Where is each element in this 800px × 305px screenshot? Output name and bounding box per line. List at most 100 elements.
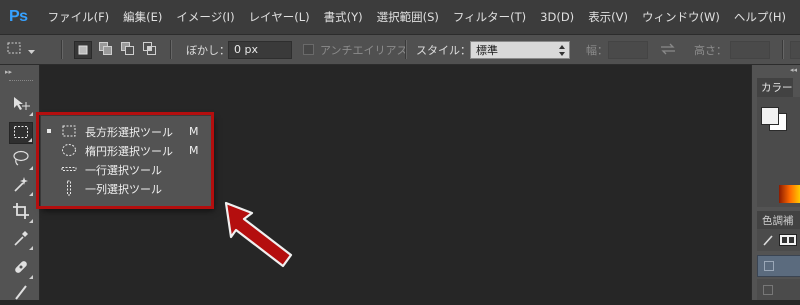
layer-thumbnail-icon[interactable] bbox=[779, 231, 797, 250]
menu-3d[interactable]: 3D(D) bbox=[540, 10, 574, 24]
add-to-selection-button[interactable] bbox=[96, 41, 114, 59]
divider bbox=[61, 40, 63, 59]
adjustments-tab-label: 色調補 bbox=[762, 214, 794, 227]
list-item[interactable] bbox=[757, 255, 800, 277]
bandage-icon bbox=[12, 258, 30, 280]
divider bbox=[170, 40, 172, 59]
eyedropper-icon bbox=[12, 229, 30, 251]
feather-input[interactable]: 0 px bbox=[228, 40, 292, 59]
feather-label: ぼかし： bbox=[186, 43, 230, 57]
intersect-selection-icon bbox=[142, 40, 156, 59]
tool-group-indicator bbox=[29, 192, 33, 196]
lasso-icon bbox=[12, 150, 30, 170]
ellipse-marquee-icon bbox=[61, 142, 77, 158]
flyout-item-label: 長方形選択ツール bbox=[85, 125, 173, 139]
list-item[interactable] bbox=[757, 279, 800, 300]
shortcut-key: M bbox=[189, 125, 199, 138]
move-icon bbox=[12, 96, 30, 116]
menu-type[interactable]: 書式(Y) bbox=[324, 9, 363, 25]
rect-marquee-icon bbox=[61, 123, 77, 139]
visibility-checkbox[interactable] bbox=[764, 261, 774, 271]
flyout-item-ellipse-marquee[interactable]: 楕円形選択ツール M bbox=[41, 141, 213, 160]
menu-view[interactable]: 表示(V) bbox=[588, 9, 628, 25]
brush-icon[interactable] bbox=[762, 231, 774, 250]
add-selection-icon bbox=[98, 40, 112, 59]
divider bbox=[782, 40, 784, 59]
tool-group-indicator bbox=[29, 112, 33, 116]
brush-icon bbox=[12, 283, 30, 305]
annotation-arrow-icon bbox=[224, 201, 293, 268]
rect-marquee-icon bbox=[6, 40, 22, 59]
magic-wand-tool[interactable] bbox=[9, 175, 33, 197]
height-label: 高さ： bbox=[694, 43, 727, 57]
updown-arrows-icon bbox=[559, 44, 565, 59]
healing-brush-tool[interactable] bbox=[9, 258, 33, 280]
style-label: スタイル： bbox=[416, 43, 471, 57]
width-input[interactable] bbox=[608, 40, 648, 59]
menu-select[interactable]: 選択範囲(S) bbox=[377, 9, 439, 25]
antialias-label: アンチエイリアス bbox=[320, 43, 408, 57]
menu-layer[interactable]: レイヤー(L) bbox=[249, 9, 310, 25]
tool-preset-picker[interactable] bbox=[6, 35, 35, 64]
flyout-item-single-row-marquee[interactable]: 一行選択ツール bbox=[41, 160, 213, 179]
flyout-item-single-column-marquee[interactable]: 一列選択ツール bbox=[41, 179, 213, 198]
flyout-item-label: 一列選択ツール bbox=[85, 182, 162, 196]
adjustments-tab[interactable]: 色調補 bbox=[757, 211, 800, 229]
refine-edge-button[interactable] bbox=[790, 40, 800, 59]
color-ramp[interactable] bbox=[779, 185, 800, 203]
single-column-marquee-icon bbox=[61, 180, 77, 196]
visibility-checkbox[interactable] bbox=[763, 285, 773, 295]
move-tool[interactable] bbox=[9, 95, 33, 117]
photoshop-logo: Ps bbox=[9, 8, 28, 25]
crop-icon bbox=[12, 202, 30, 224]
new-selection-button[interactable] bbox=[74, 40, 92, 59]
marquee-tool-flyout: 長方形選択ツール M 楕円形選択ツール M 一行選択ツール 一列選択ツール bbox=[40, 115, 212, 208]
flyout-item-rect-marquee[interactable]: 長方形選択ツール M bbox=[41, 122, 213, 141]
height-input[interactable] bbox=[730, 40, 770, 59]
style-select[interactable]: 標準 bbox=[470, 40, 570, 59]
tools-panel: ▸▸ bbox=[0, 65, 40, 300]
collapse-panel-icon[interactable]: ◂◂ bbox=[790, 67, 797, 74]
rect-marquee-tool[interactable] bbox=[9, 122, 33, 144]
color-tab[interactable]: カラー bbox=[757, 78, 793, 97]
menu-bar: Ps ファイル(F) 編集(E) イメージ(I) レイヤー(L) 書式(Y) 選… bbox=[0, 0, 800, 34]
selected-bullet-icon bbox=[47, 129, 51, 133]
style-select-value: 標準 bbox=[476, 43, 498, 57]
menu-image[interactable]: イメージ(I) bbox=[176, 9, 234, 25]
intersect-selection-button[interactable] bbox=[140, 41, 158, 59]
crop-tool[interactable] bbox=[9, 202, 33, 224]
menu-help[interactable]: ヘルプ(H) bbox=[734, 9, 786, 25]
new-selection-icon bbox=[78, 40, 88, 59]
tool-group-indicator bbox=[29, 166, 33, 170]
foreground-color-swatch[interactable] bbox=[761, 107, 779, 125]
tool-group-indicator bbox=[29, 275, 33, 279]
rect-marquee-icon bbox=[13, 124, 29, 143]
right-panel-dock: ◂◂ カラー 色調補 bbox=[751, 65, 800, 300]
lasso-tool[interactable] bbox=[9, 149, 33, 171]
flyout-item-label: 楕円形選択ツール bbox=[85, 144, 173, 158]
tool-group-indicator bbox=[29, 246, 33, 250]
options-bar: ぼかし： 0 px アンチエイリアス スタイル： 標準 幅： 高さ： bbox=[0, 34, 800, 65]
brush-tool[interactable] bbox=[9, 283, 33, 305]
color-tab-label: カラー bbox=[761, 82, 793, 94]
menu-file[interactable]: ファイル(F) bbox=[48, 9, 110, 25]
menu-window[interactable]: ウィンドウ(W) bbox=[642, 9, 720, 25]
eyedropper-tool[interactable] bbox=[9, 229, 33, 251]
shortcut-key: M bbox=[189, 144, 199, 157]
swap-dimensions-icon[interactable] bbox=[660, 40, 676, 59]
menu-filter[interactable]: フィルター(T) bbox=[453, 9, 526, 25]
magic-wand-icon bbox=[12, 175, 30, 197]
antialias-checkbox[interactable] bbox=[303, 44, 314, 55]
subtract-selection-icon bbox=[120, 40, 134, 59]
tool-group-indicator bbox=[28, 138, 32, 142]
divider bbox=[405, 40, 407, 59]
panel-grip[interactable] bbox=[9, 80, 33, 82]
flyout-item-label: 一行選択ツール bbox=[85, 163, 162, 177]
adjustments-toolbar bbox=[757, 229, 800, 251]
collapse-panel-icon[interactable]: ▸▸ bbox=[5, 69, 12, 76]
tool-group-indicator bbox=[29, 219, 33, 223]
width-label: 幅： bbox=[586, 43, 608, 57]
subtract-from-selection-button[interactable] bbox=[118, 41, 136, 59]
menu-edit[interactable]: 編集(E) bbox=[123, 9, 162, 25]
chevron-down-icon bbox=[28, 40, 35, 59]
